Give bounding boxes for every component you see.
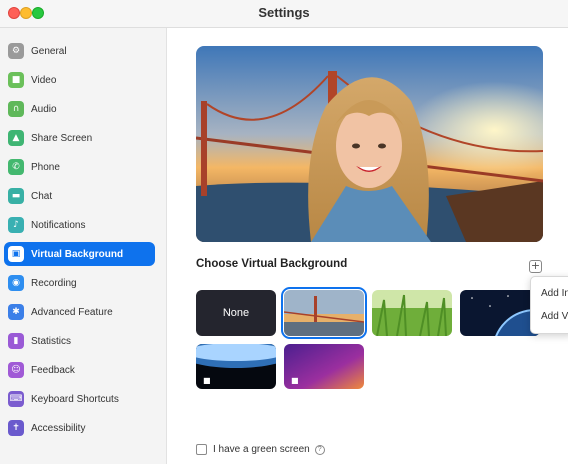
phone-icon: ✆ — [8, 159, 24, 175]
sidebar-item-label: Feedback — [31, 364, 75, 376]
menu-item-add-image[interactable]: Add In — [541, 288, 568, 299]
sidebar-item-share-screen[interactable]: ▲ Share Screen — [4, 126, 155, 150]
sidebar-item-phone[interactable]: ✆ Phone — [4, 155, 155, 179]
feedback-icon: ☺ — [8, 362, 24, 378]
choose-virtual-background-title: Choose Virtual Background — [196, 258, 348, 270]
sidebar-item-feedback[interactable]: ☺ Feedback — [4, 358, 155, 382]
person-background-icon: ▣ — [8, 246, 24, 262]
record-icon: ◉ — [8, 275, 24, 291]
thumbnail-label: None — [222, 307, 250, 319]
help-icon[interactable]: ? — [314, 444, 325, 455]
grass-image — [372, 290, 452, 336]
window-title: Settings — [258, 5, 310, 20]
sidebar-item-label: Chat — [31, 190, 53, 202]
earth-space-image — [460, 290, 540, 336]
sidebar-item-label: Keyboard Shortcuts — [31, 393, 119, 405]
preview-image — [196, 46, 543, 242]
sidebar-item-label: Statistics — [31, 335, 72, 347]
bell-icon: ♪ — [8, 217, 24, 233]
green-screen-label: I have a green screen — [213, 444, 310, 455]
video-camera-icon: ■ — [8, 72, 24, 88]
sidebar-item-label: Virtual Background — [31, 248, 124, 260]
sidebar-item-advanced-feature[interactable]: ✱ Advanced Feature — [4, 300, 155, 324]
title-bar: Settings — [0, 0, 568, 28]
sidebar-item-accessibility[interactable]: ✝ Accessibility — [4, 416, 155, 440]
video-camera-icon: ■ — [203, 376, 211, 385]
sidebar-item-label: Audio — [31, 103, 57, 115]
video-camera-icon: ■ — [291, 376, 299, 385]
statistics-icon: ▮ — [8, 333, 24, 349]
sidebar-item-general[interactable]: ⚙ General — [4, 39, 155, 63]
sidebar-item-notifications[interactable]: ♪ Notifications — [4, 213, 155, 237]
green-screen-checkbox[interactable] — [196, 444, 207, 455]
headphones-icon: ∩ — [8, 101, 24, 117]
sidebar-item-recording[interactable]: ◉ Recording — [4, 271, 155, 295]
sidebar-item-label: Notifications — [31, 219, 86, 231]
sidebar-item-label: General — [31, 45, 67, 57]
sidebar-item-video[interactable]: ■ Video — [4, 68, 155, 92]
add-background-button[interactable]: + — [529, 260, 542, 273]
sidebar-item-label: Advanced Feature — [31, 306, 113, 318]
background-video-earth-thumbnail[interactable]: ■ — [196, 344, 276, 389]
gear-icon: ⚙ — [8, 43, 24, 59]
green-screen-option: I have a green screen ? — [196, 444, 325, 455]
background-none-thumbnail[interactable]: None — [196, 290, 276, 336]
background-grass-thumbnail[interactable] — [372, 290, 452, 336]
video-preview — [196, 46, 543, 242]
share-screen-icon: ▲ — [8, 130, 24, 146]
settings-sidebar: ⚙ General ■ Video ∩ Audio ▲ Share Screen… — [0, 28, 167, 464]
advanced-feature-icon: ✱ — [8, 304, 24, 320]
background-earth-thumbnail[interactable] — [460, 290, 540, 336]
sidebar-item-chat[interactable]: ▬ Chat — [4, 184, 155, 208]
sidebar-item-label: Accessibility — [31, 422, 86, 434]
keyboard-icon: ⌨ — [8, 391, 24, 407]
background-video-gradient-thumbnail[interactable]: ■ — [284, 344, 364, 389]
sidebar-item-label: Phone — [31, 161, 60, 173]
add-background-menu: Add In Add V — [530, 276, 568, 334]
accessibility-icon: ✝ — [8, 420, 24, 436]
sidebar-item-label: Recording — [31, 277, 77, 289]
sidebar-item-audio[interactable]: ∩ Audio — [4, 97, 155, 121]
sidebar-item-keyboard-shortcuts[interactable]: ⌨ Keyboard Shortcuts — [4, 387, 155, 411]
sidebar-item-label: Video — [31, 74, 57, 86]
chat-icon: ▬ — [8, 188, 24, 204]
sidebar-item-virtual-background[interactable]: ▣ Virtual Background — [4, 242, 155, 266]
background-golden-gate-thumbnail[interactable] — [281, 287, 367, 339]
sidebar-item-statistics[interactable]: ▮ Statistics — [4, 329, 155, 353]
menu-item-add-video[interactable]: Add V — [541, 311, 568, 322]
sidebar-item-label: Share Screen — [31, 132, 93, 144]
golden-gate-image — [284, 290, 364, 336]
